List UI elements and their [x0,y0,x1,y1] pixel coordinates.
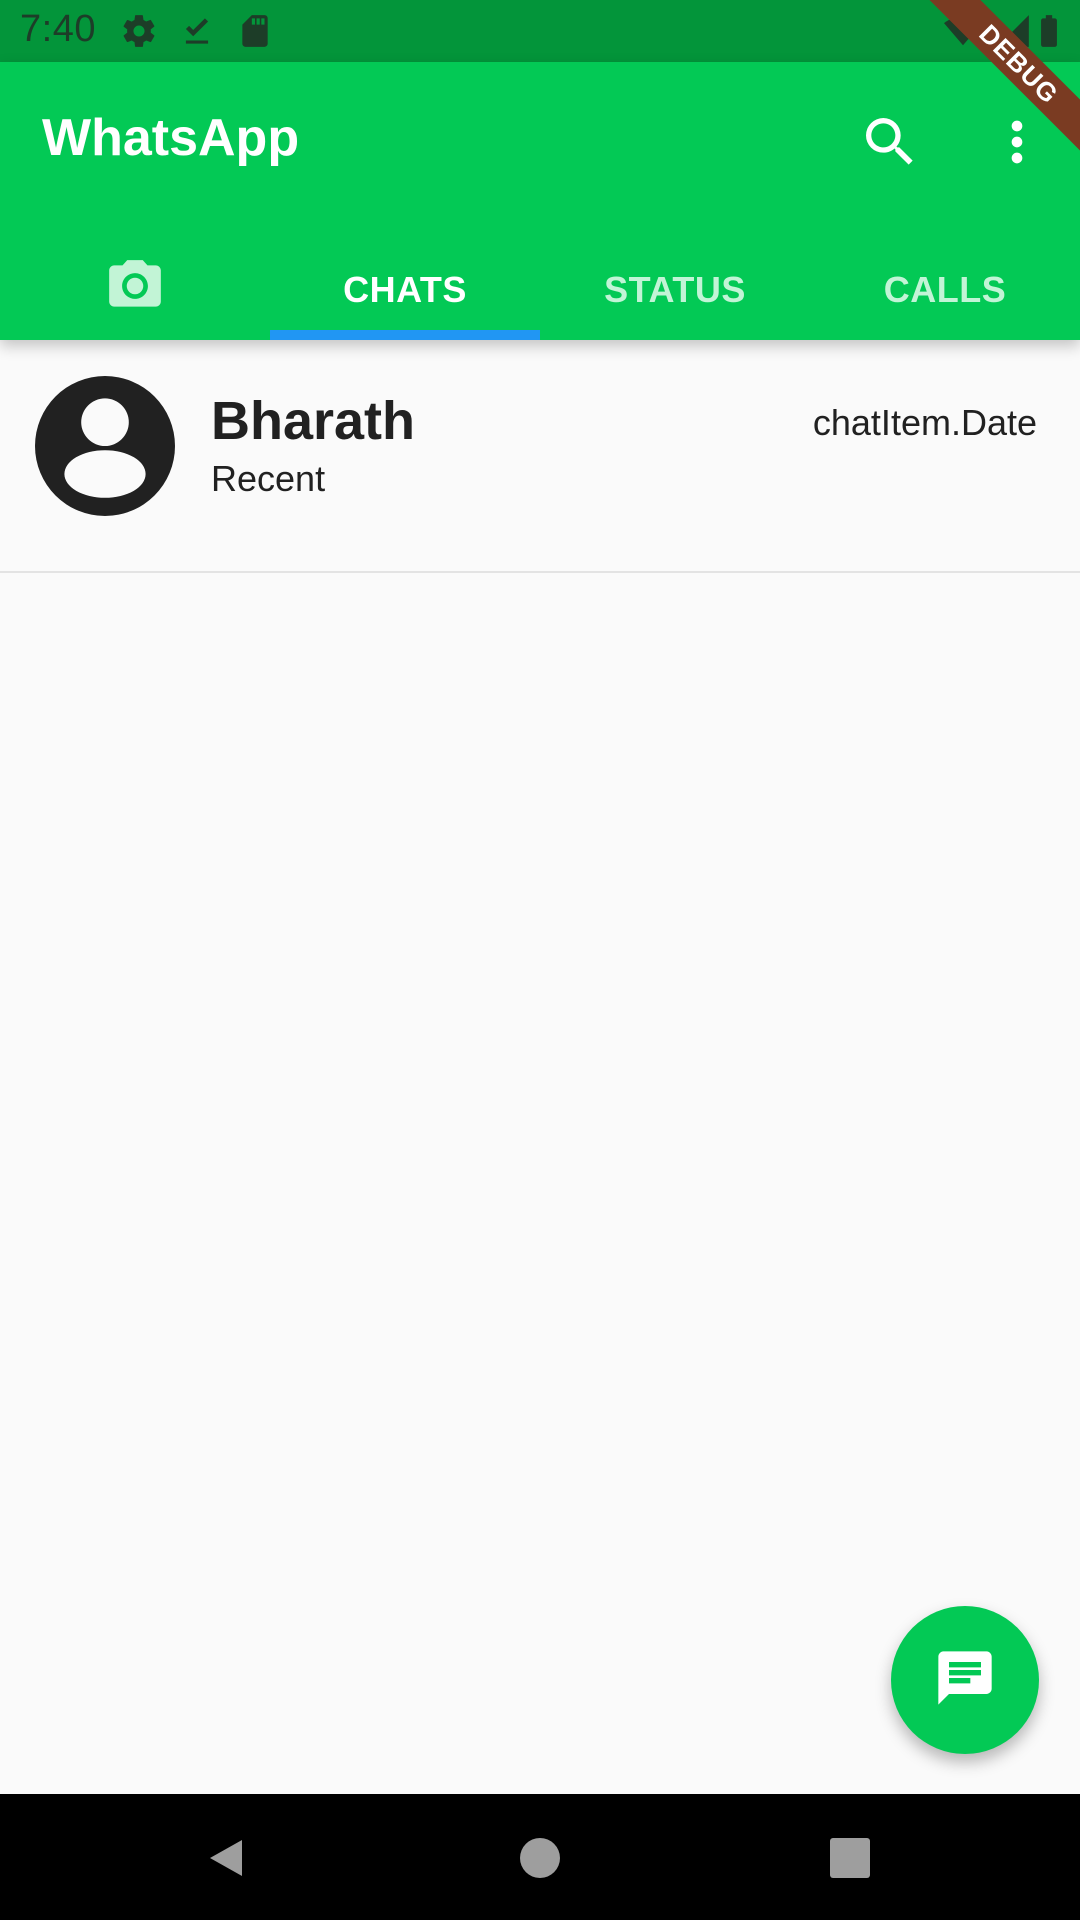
battery-icon [1030,12,1068,50]
camera-icon [104,255,166,326]
settings-icon [120,12,158,50]
home-icon[interactable] [516,1834,564,1882]
app-title: WhatsApp [42,109,300,167]
nav-bar [0,1794,1080,1920]
tab-bar: CHATS STATUS CALLS [0,240,1080,340]
chat-list-item[interactable]: Bharath Recent chatItem.Date [0,340,1080,573]
app-bar: WhatsApp CHATS STATUS CALLS [0,62,1080,340]
status-time: 7:40 [20,8,96,50]
tab-indicator [270,330,540,340]
tab-camera[interactable] [0,240,270,340]
status-bar: 7:40 [0,0,1080,62]
search-icon[interactable] [858,110,922,174]
tab-chats[interactable]: CHATS [270,240,540,340]
chat-subtitle: Recent [211,458,326,499]
chat-date: chatItem.Date [812,402,1037,443]
chat-list: Bharath Recent chatItem.Date [0,340,1080,573]
more-vert-icon[interactable] [985,110,1049,174]
chat-name: Bharath [211,391,416,451]
new-chat-button[interactable] [891,1606,1039,1754]
tab-status[interactable]: STATUS [540,240,810,340]
download-done-icon [178,12,216,50]
recents-icon[interactable] [826,1834,874,1882]
divider [0,571,1080,573]
tab-calls[interactable]: CALLS [810,240,1080,340]
back-icon[interactable] [202,1834,250,1882]
screen: 7:40 DEBUG WhatsApp CHATS STATUS CALLS B… [0,0,1080,1920]
tab-calls-label: CALLS [883,269,1007,310]
sd-card-icon [236,12,274,50]
message-icon [933,1646,997,1715]
tab-chats-label: CHATS [343,269,467,310]
account-circle-icon [35,376,175,516]
tab-status-label: STATUS [604,269,746,310]
